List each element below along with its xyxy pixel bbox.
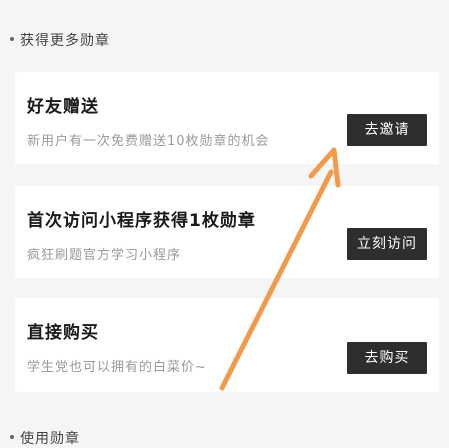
card-desc-first-visit: 疯狂刷题官方学习小程序 [27, 248, 182, 263]
card-desc-friend-gift: 新用户有一次免费赠送10枚勋章的机会 [27, 134, 270, 149]
section-title-use-text: 使用勋章 [20, 431, 80, 447]
card-direct-buy: 直接购买 学生党也可以拥有的白菜价~ 去购买 [15, 298, 439, 392]
card-first-visit: 首次访问小程序获得1枚勋章 疯狂刷题官方学习小程序 立刻访问 [15, 186, 439, 278]
card-friend-gift: 好友赠送 新用户有一次免费赠送10枚勋章的机会 去邀请 [15, 72, 439, 164]
section-title-earn-text: 获得更多勋章 [20, 33, 110, 49]
section-title-use-medals: 使用勋章 [10, 428, 80, 448]
card-title-direct-buy: 直接购买 [27, 323, 99, 343]
invite-button[interactable]: 去邀请 [347, 114, 427, 146]
buy-button[interactable]: 去购买 [347, 342, 427, 374]
visit-now-button[interactable]: 立刻访问 [347, 228, 427, 260]
card-title-friend-gift: 好友赠送 [27, 97, 99, 117]
bullet-dot-icon [10, 37, 14, 41]
card-title-first-visit: 首次访问小程序获得1枚勋章 [27, 211, 256, 231]
card-desc-direct-buy: 学生党也可以拥有的白菜价~ [27, 360, 207, 375]
section-title-earn-medals: 获得更多勋章 [10, 30, 110, 50]
bullet-dot-icon [10, 435, 14, 439]
